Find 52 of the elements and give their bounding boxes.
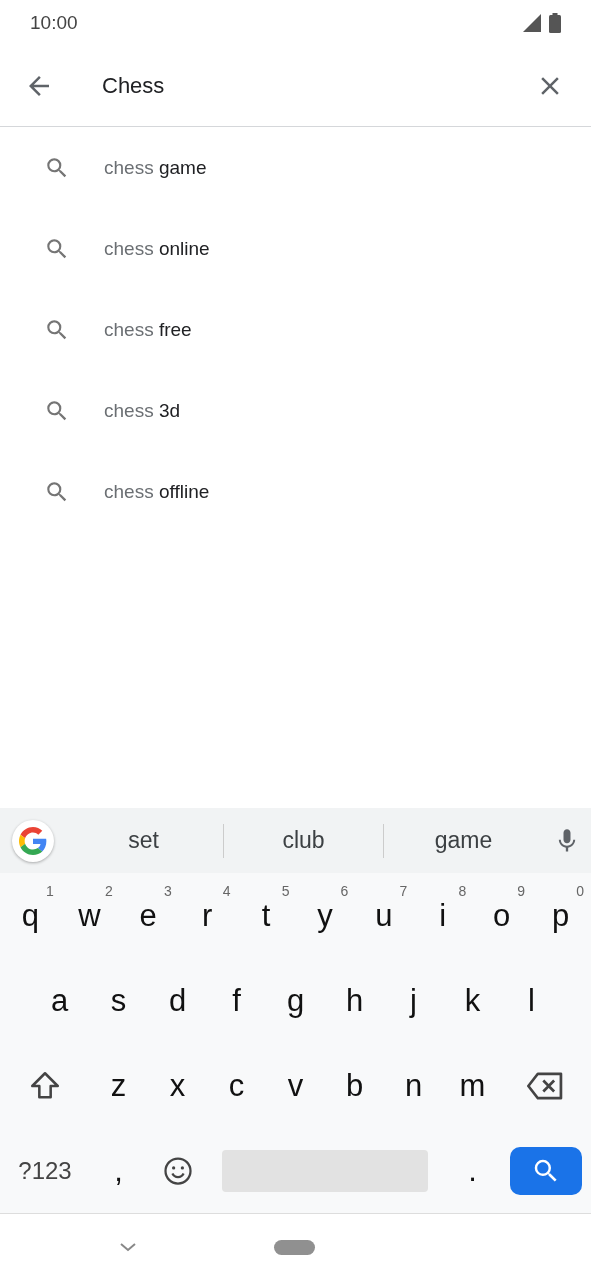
key[interactable]: i 8 (413, 880, 473, 951)
symbols-key[interactable]: ?123 (1, 1135, 89, 1206)
key[interactable]: l (502, 965, 561, 1036)
key[interactable]: n (384, 1050, 443, 1121)
key[interactable]: o 9 (472, 880, 532, 951)
suggestion-item[interactable]: chess game (0, 127, 591, 208)
key[interactable]: g (266, 965, 325, 1036)
home-handle[interactable] (274, 1240, 315, 1255)
backspace-icon (527, 1070, 565, 1101)
key[interactable]: t 5 (236, 880, 296, 951)
status-time: 10:00 (30, 12, 78, 34)
key[interactable]: m (443, 1050, 502, 1121)
suggestion-item[interactable]: chess online (0, 208, 591, 289)
key[interactable]: c (207, 1050, 266, 1121)
key[interactable]: z (89, 1050, 148, 1121)
word-suggestion[interactable]: club (224, 823, 383, 858)
key[interactable]: q 1 (0, 880, 60, 951)
smiley-icon (162, 1155, 193, 1186)
key[interactable]: k (443, 965, 502, 1036)
key[interactable]: w 2 (59, 880, 119, 951)
key[interactable]: e 3 (118, 880, 178, 951)
key[interactable]: , (89, 1135, 148, 1206)
suggestion-item[interactable]: chess 3d (0, 370, 591, 451)
google-button[interactable] (12, 819, 54, 862)
key[interactable]: f (207, 965, 266, 1036)
suggestion-item[interactable]: chess free (0, 289, 591, 370)
battery-icon (549, 13, 561, 33)
key[interactable]: r 4 (177, 880, 237, 951)
suggestion-text: chess offline (104, 480, 210, 503)
key[interactable]: u 7 (354, 880, 414, 951)
key[interactable]: b (325, 1050, 384, 1121)
suggestion-item[interactable]: chess offline (0, 451, 591, 532)
search-key[interactable] (510, 1146, 582, 1195)
key[interactable]: s (89, 965, 148, 1036)
key[interactable]: . (443, 1135, 502, 1206)
key[interactable]: j (384, 965, 443, 1036)
key[interactable]: d (148, 965, 207, 1036)
key[interactable]: p 0 (531, 880, 591, 951)
word-suggestion[interactable]: set (64, 823, 223, 858)
suggestion-text: chess 3d (104, 399, 181, 422)
key[interactable]: x (148, 1050, 207, 1121)
suggestion-text: chess game (104, 156, 207, 179)
key[interactable]: h (325, 965, 384, 1036)
suggestion-text: chess free (104, 318, 192, 341)
signal-icon (523, 14, 541, 32)
suggestion-text: chess online (104, 237, 210, 260)
key[interactable]: a (30, 965, 89, 1036)
word-suggestion[interactable]: game (384, 823, 543, 858)
g-logo (19, 826, 47, 855)
search-field[interactable]: Chess (102, 73, 535, 99)
key[interactable]: v (266, 1050, 325, 1121)
key[interactable]: y 6 (295, 880, 355, 951)
